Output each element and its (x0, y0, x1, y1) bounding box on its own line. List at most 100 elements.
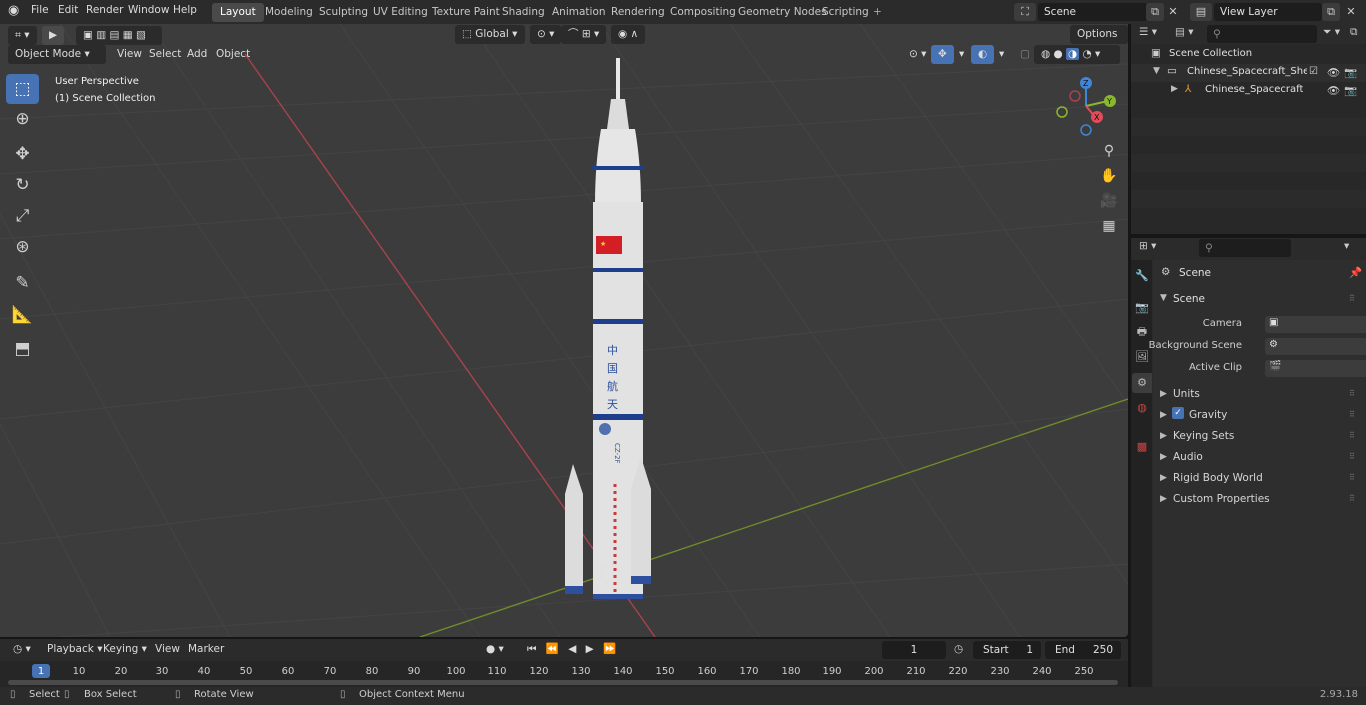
properties-search-input[interactable]: ⚲ (1199, 239, 1291, 257)
outliner-row-scene-collection[interactable]: ▣ Scene Collection (1131, 46, 1366, 64)
new-view-layer-icon[interactable]: ⧉ (1322, 3, 1340, 21)
start-frame-field[interactable]: Start 1 (973, 641, 1041, 659)
panel-expand-icon[interactable]: ▼ (1160, 293, 1167, 303)
select-box-tool-icon[interactable]: ⬚ (6, 74, 39, 104)
view-layer-field[interactable]: View Layer (1214, 3, 1322, 21)
panel-collapsed-icon[interactable]: ▶ (1160, 452, 1167, 462)
output-tab-icon[interactable]: 🖶 (1132, 322, 1152, 342)
panel-collapsed-icon[interactable]: ▶ (1160, 389, 1167, 399)
custom-properties-panel-header[interactable]: Custom Properties (1173, 493, 1270, 505)
expand-arrow-icon[interactable]: ▼ (1153, 66, 1160, 76)
camera-view-icon[interactable]: 🎥 (1097, 189, 1121, 213)
panel-collapsed-icon[interactable]: ▶ (1160, 473, 1167, 483)
editor-type-icon[interactable]: ⌗ ▾ (8, 26, 37, 45)
world-tab-icon[interactable]: ◍ (1132, 398, 1152, 418)
tab-layout[interactable]: Layout (212, 3, 264, 22)
tool-tab-icon[interactable]: 🔧 (1132, 266, 1152, 286)
keying-menu[interactable]: Keying ▾ (96, 640, 154, 659)
add-workspace-button[interactable]: + (865, 3, 890, 22)
new-scene-icon[interactable]: ⧉ (1146, 3, 1164, 21)
render-camera-icon[interactable]: 📷 (1344, 84, 1357, 97)
cursor-tool-icon[interactable]: ⊕ (6, 104, 39, 134)
menu-help[interactable]: Help (173, 4, 197, 16)
preview-range-icon[interactable]: ◷ (954, 643, 963, 655)
overlays-toggle-icon[interactable]: ◐ (971, 45, 995, 64)
panel-drag-grip[interactable]: ⠿ (1349, 389, 1361, 398)
panel-drag-grip[interactable]: ⠿ (1349, 431, 1361, 440)
active-clip-field[interactable]: 🎬 (1265, 360, 1366, 377)
properties-options-icon[interactable]: ▾ (1344, 240, 1349, 252)
outliner-editor-icon[interactable]: ☰ ▾ (1139, 26, 1157, 38)
measure-tool-icon[interactable]: 📐 (6, 300, 39, 330)
delete-view-layer-icon[interactable]: ✕ (1342, 3, 1360, 21)
render-tab-icon[interactable]: 📷 (1132, 298, 1152, 318)
keying-sets-panel-header[interactable]: Keying Sets (1173, 430, 1234, 442)
units-panel-header[interactable]: Units (1173, 388, 1200, 400)
blender-logo-icon[interactable]: ◉ (8, 3, 19, 18)
auto-keying-icon[interactable]: ● ▾ (479, 640, 511, 659)
proportional-edit-icon[interactable]: ◉ ∧ (611, 25, 646, 44)
pivot-point-icon[interactable]: ⊙ ▾ (530, 25, 562, 44)
panel-collapsed-icon[interactable]: ▶ (1160, 410, 1167, 420)
background-scene-field[interactable]: ⚙ (1265, 338, 1366, 355)
playback-controls[interactable]: ⏮ ⏪ ◀ ▶ ⏩ ⏭ (520, 640, 630, 674)
end-frame-field[interactable]: End 250 (1045, 641, 1121, 659)
menu-render[interactable]: Render (86, 4, 123, 16)
camera-field[interactable]: ▣✎ (1265, 316, 1366, 333)
rotate-tool-icon[interactable]: ↻ (6, 170, 39, 200)
menu-object[interactable]: Object (209, 45, 257, 64)
transform-tool-icon[interactable]: ⊛ (6, 232, 39, 262)
panel-collapsed-icon[interactable]: ▶ (1160, 431, 1167, 441)
panel-drag-grip[interactable]: ⠿ (1349, 473, 1361, 482)
menu-edit[interactable]: Edit (58, 4, 78, 16)
timeline-scrollbar[interactable] (8, 680, 1118, 685)
gizmo-toggle-icon[interactable]: ✥ (931, 45, 954, 64)
expand-arrow-icon[interactable]: ▶ (1171, 84, 1178, 94)
display-mode-icon[interactable]: ▤ ▾ (1175, 26, 1194, 38)
current-frame-field[interactable]: 1 (882, 641, 946, 659)
overlays-dropdown-icon[interactable]: ▾ (992, 45, 1011, 64)
gizmo-dropdown-icon[interactable]: ▾ (952, 45, 971, 64)
navigation-gizmo[interactable]: Z Y X (1052, 76, 1122, 136)
toggle-perspective-icon[interactable]: ▦ (1097, 214, 1121, 238)
mode-dropdown[interactable]: Object Mode ▾ (8, 45, 106, 64)
move-tool-icon[interactable]: ✥ (6, 139, 39, 169)
exclude-checkbox-icon[interactable]: ☑ (1309, 66, 1318, 77)
3d-viewport[interactable]: ★ 中 国 航 天 CZ-2F ⌗ ▾ ▶ ▣ ▥ ▤ ▦ ▧ Object M… (0, 24, 1128, 637)
outliner-search-input[interactable]: ⚲ (1207, 25, 1317, 43)
panel-drag-grip[interactable]: ⠿ (1349, 294, 1361, 303)
zoom-view-icon[interactable]: ⚲ (1097, 139, 1121, 163)
pan-view-icon[interactable]: ✋ (1097, 164, 1121, 188)
shading-mode-icons[interactable]: ◍ ● ◑ ◔ ▾ (1034, 45, 1120, 64)
render-camera-icon[interactable]: 📷 (1344, 66, 1357, 79)
gravity-checkbox[interactable]: ✓ (1172, 407, 1184, 419)
pin-icon[interactable]: 📌 (1349, 266, 1362, 279)
new-collection-icon[interactable]: ⧉ (1350, 26, 1358, 39)
outliner-row-object[interactable]: ▶ ⅄ Chinese_Spacecraft_Shenzhou 👁 📷 (1131, 82, 1366, 100)
marker-menu[interactable]: Marker (181, 640, 231, 659)
scale-tool-icon[interactable]: ⤢ (6, 201, 39, 231)
menu-window[interactable]: Window (128, 4, 169, 16)
scene-panel-header[interactable]: Scene (1173, 293, 1205, 305)
hide-eye-icon[interactable]: 👁 (1327, 66, 1340, 79)
filter-icon[interactable]: ⏷ ▾ (1323, 26, 1340, 39)
delete-scene-icon[interactable]: ✕ (1164, 3, 1182, 21)
panel-drag-grip[interactable]: ⠿ (1349, 410, 1361, 419)
options-dropdown[interactable]: Options ▾ (1070, 25, 1128, 59)
selection-mode-icons[interactable]: ▣ ▥ ▤ ▦ ▧ (76, 26, 162, 45)
panel-collapsed-icon[interactable]: ▶ (1160, 494, 1167, 504)
texture-tab-icon[interactable]: ▩ (1132, 437, 1152, 457)
scene-selector-icon[interactable]: ⛶ (1014, 3, 1036, 21)
transform-orientation-dropdown[interactable]: ⬚ Global ▾ (455, 25, 525, 44)
outliner-row-collection[interactable]: ▼ ▭ Chinese_Spacecraft_Shenzhou ☑ 👁 📷 (1131, 64, 1366, 82)
properties-editor-icon[interactable]: ⊞ ▾ (1139, 240, 1156, 252)
scene-name-field[interactable]: Scene (1038, 3, 1148, 21)
panel-drag-grip[interactable]: ⠿ (1349, 494, 1361, 503)
select-mode-icon[interactable]: ▶ (42, 26, 65, 45)
gravity-panel-header[interactable]: Gravity (1189, 409, 1227, 421)
scene-tab-icon[interactable]: ⚙ (1132, 373, 1152, 393)
panel-drag-grip[interactable]: ⠿ (1349, 452, 1361, 461)
snap-icon[interactable]: ⌒ ⊞ ▾ (561, 25, 607, 44)
timeline-editor-icon[interactable]: ◷ ▾ (6, 640, 38, 659)
menu-file[interactable]: File (31, 4, 49, 16)
